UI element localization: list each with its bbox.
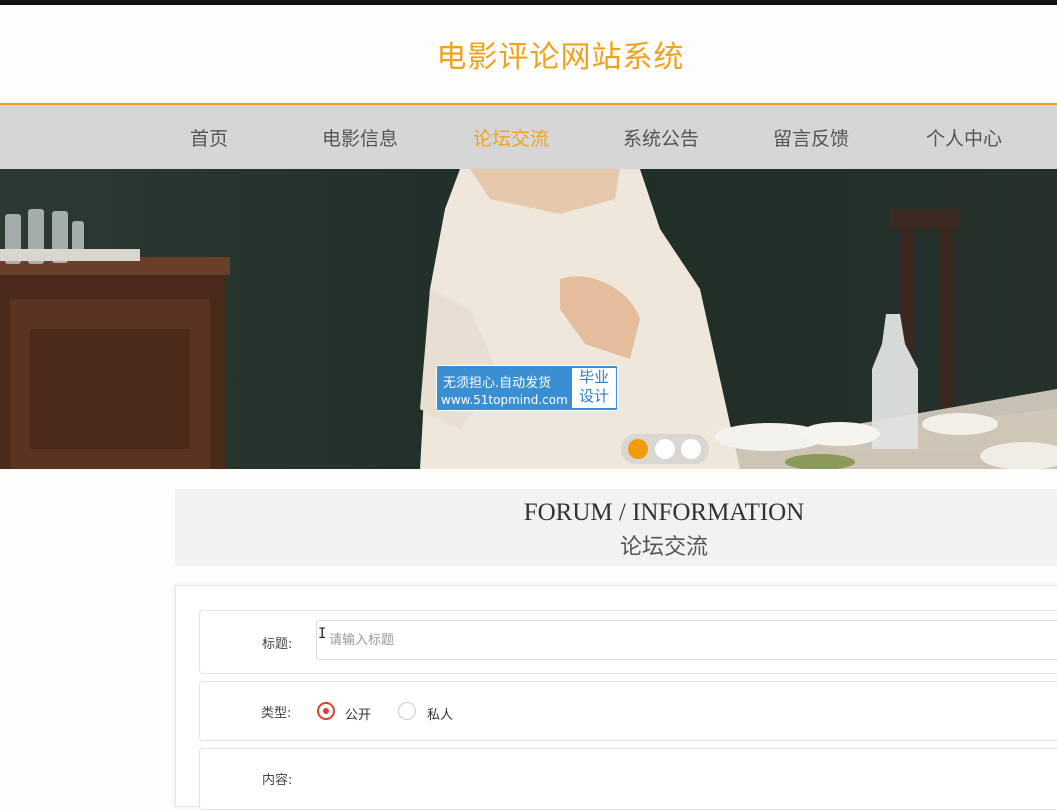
nav-item-feedback[interactable]: 留言反馈 xyxy=(773,124,849,151)
text-cursor-icon: I xyxy=(318,626,327,642)
site-title: 电影评论网站系统 xyxy=(436,40,685,75)
carousel-dot-1[interactable] xyxy=(628,439,648,459)
nav-item-forum[interactable]: 论坛交流 xyxy=(473,124,549,151)
nav-item-announcements[interactable]: 系统公告 xyxy=(623,124,699,151)
banner-image xyxy=(0,169,1057,469)
nav-item-movies[interactable]: 电影信息 xyxy=(322,124,398,151)
watermark-badge: 毕业设计 xyxy=(572,368,616,408)
type-public-radio[interactable] xyxy=(317,702,335,720)
section-title-cn: 论坛交流 xyxy=(619,535,708,560)
title-label: 标题: xyxy=(262,637,293,652)
section-title-en: FORUM / INFORMATION xyxy=(523,499,805,526)
type-label: 类型: xyxy=(261,706,292,721)
banner-carousel[interactable] xyxy=(0,169,1057,469)
main-nav: 首页 电影信息 论坛交流 系统公告 留言反馈 个人中心 xyxy=(0,103,1057,169)
nav-item-home[interactable]: 首页 xyxy=(190,124,228,151)
watermark-url: www.51topmind.com xyxy=(441,393,568,407)
title-input[interactable] xyxy=(316,620,1057,660)
nav-item-profile[interactable]: 个人中心 xyxy=(926,124,1002,151)
section-header: FORUM / INFORMATION 论坛交流 xyxy=(175,489,1057,566)
carousel-dot-2[interactable] xyxy=(655,439,675,459)
form-row-content xyxy=(199,748,1057,810)
top-border xyxy=(0,0,1057,5)
type-private-radio[interactable] xyxy=(398,702,416,720)
type-public-label[interactable]: 公开 xyxy=(345,704,371,723)
type-private-label[interactable]: 私人 xyxy=(427,704,453,723)
carousel-indicators xyxy=(621,434,709,464)
content-label: 内容: xyxy=(262,773,293,788)
carousel-dot-3[interactable] xyxy=(681,439,701,459)
watermark-logo: 无须担心.自动发货 www.51topmind.com 毕业设计 xyxy=(436,365,618,411)
watermark-slogan: 无须担心.自动发货 xyxy=(443,376,552,391)
